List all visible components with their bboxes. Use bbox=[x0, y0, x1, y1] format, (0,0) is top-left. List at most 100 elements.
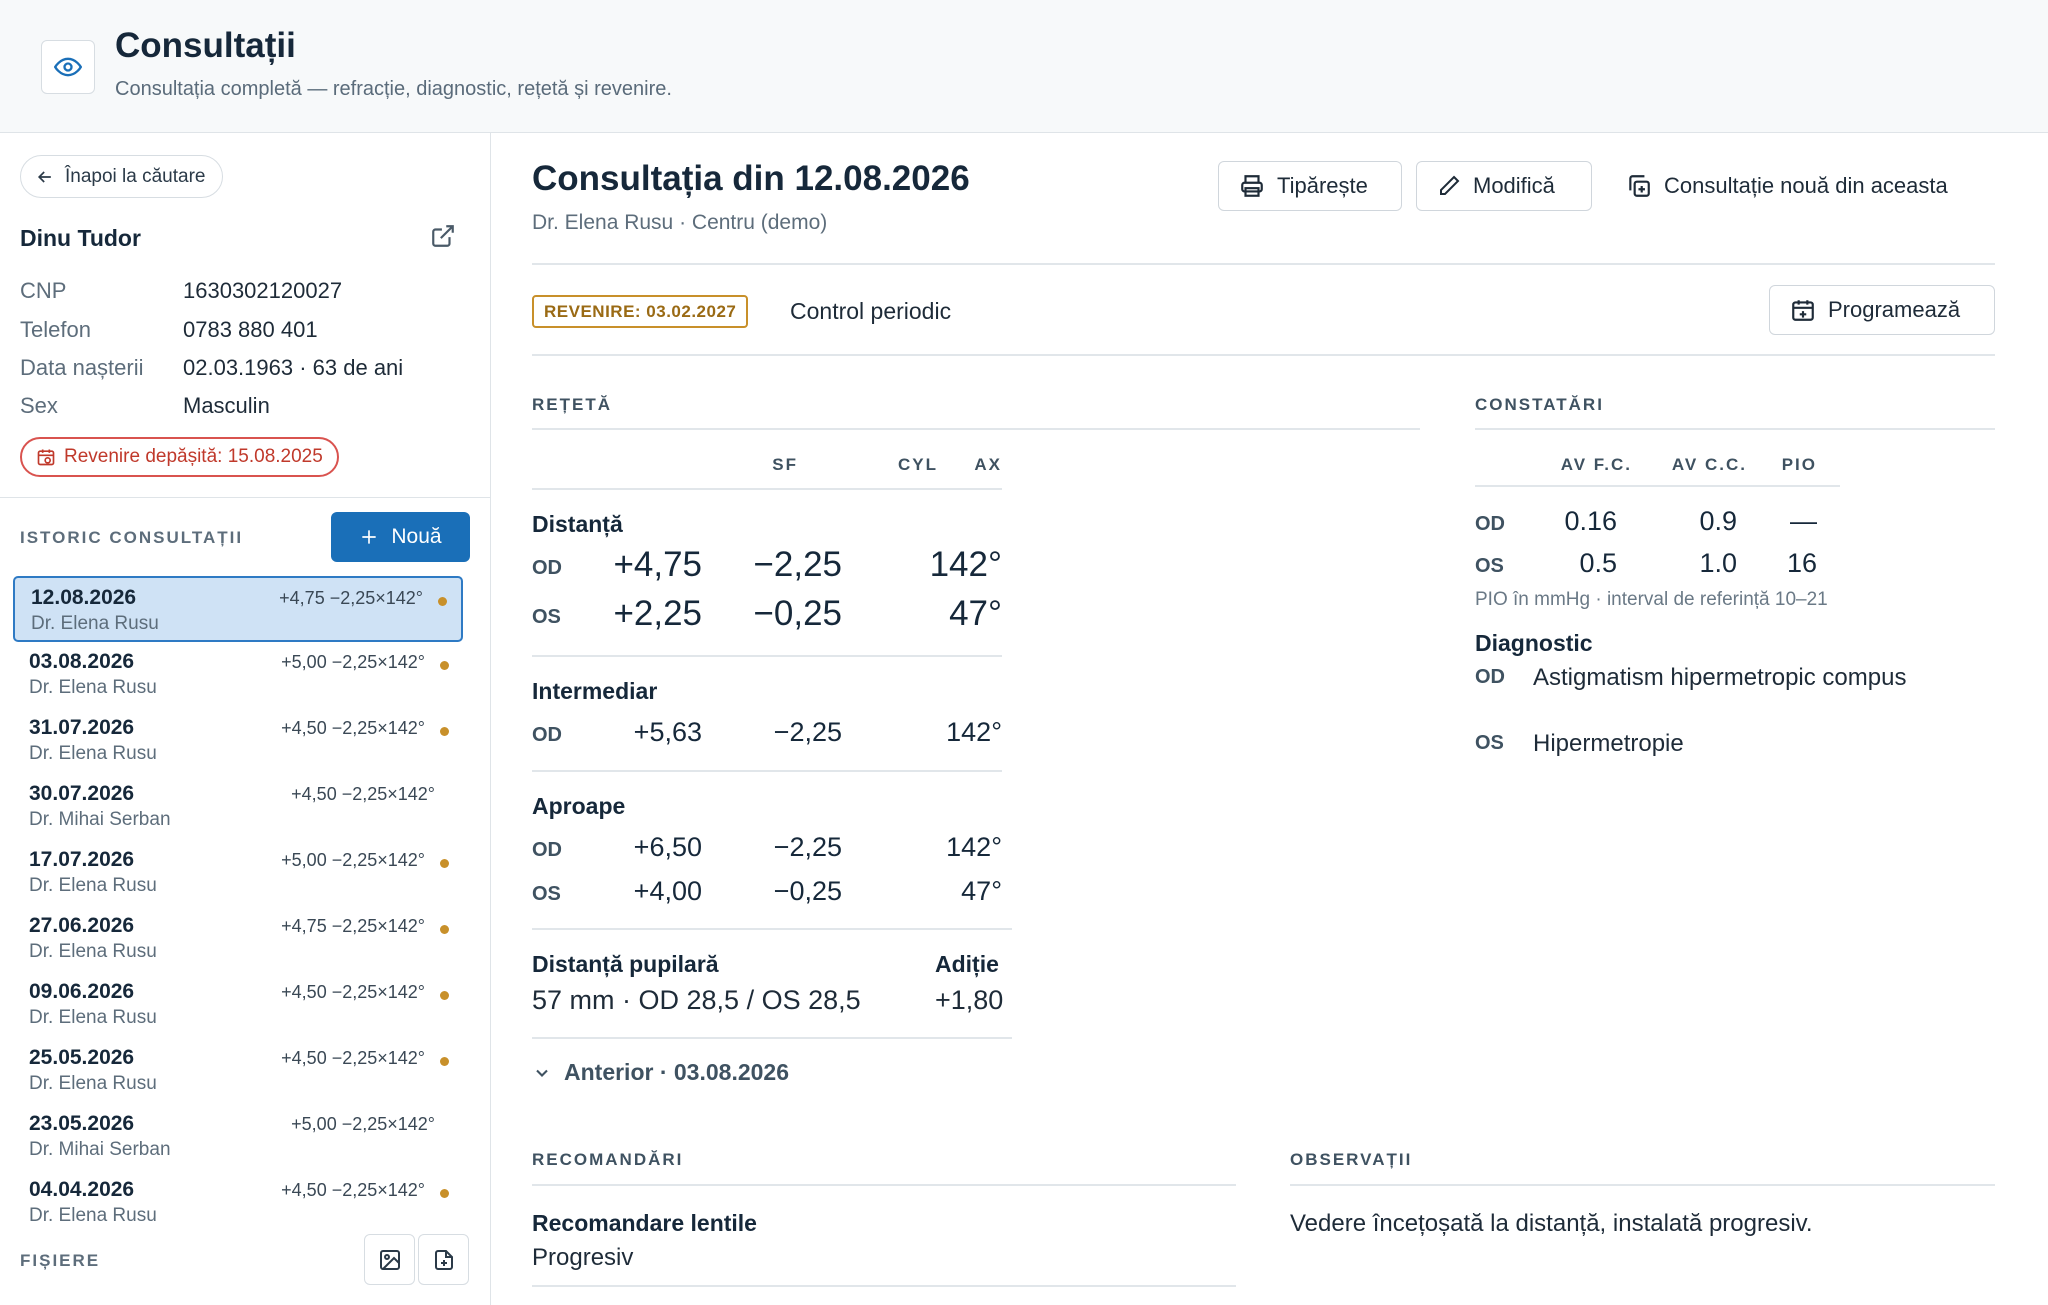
files-label: FIȘIERE bbox=[20, 1251, 101, 1270]
info-birthdate: Data nașterii 02.03.1963 · 63 de ani bbox=[20, 355, 404, 380]
divider bbox=[1290, 1184, 1995, 1186]
history-prescription: +4,50 −2,25×142° bbox=[281, 1048, 425, 1068]
near-od-cyl: −2,25 bbox=[773, 832, 842, 862]
history-item[interactable]: 03.08.2026 Dr. Elena Rusu +5,00 −2,25×142° bbox=[13, 642, 463, 708]
copy-plus-icon bbox=[1629, 175, 1650, 197]
schedule-button[interactable]: Programează bbox=[1769, 285, 1995, 335]
diagnosis-os: Hipermetropie bbox=[1533, 730, 1684, 757]
near-od-ax: 142° bbox=[946, 832, 1002, 862]
add-value: +1,80 bbox=[935, 985, 1004, 1015]
history-item[interactable]: 23.05.2026 Dr. Mihai Serban +5,00 −2,25×14… bbox=[13, 1104, 463, 1170]
history-label: ISTORIC CONSULTAȚII bbox=[20, 528, 244, 547]
eye-os: OS bbox=[1475, 732, 1504, 754]
revisit-badge: REVENIRE: 03.02.2027 bbox=[532, 295, 749, 328]
new-consultation-button[interactable]: Nouă bbox=[331, 512, 470, 562]
distance-os-sf: +2,25 bbox=[613, 594, 702, 633]
observations-text: Vedere încețoșată la distanță, instalată… bbox=[1290, 1210, 1813, 1237]
near-od-sf: +6,50 bbox=[633, 832, 702, 862]
back-to-search-button[interactable]: Înapoi la căutare bbox=[20, 155, 223, 198]
history-prescription: +4,50 −2,25×142° bbox=[281, 1180, 425, 1200]
status-dot bbox=[440, 1057, 449, 1066]
lens-recommendation-value: Progresiv bbox=[532, 1244, 634, 1271]
distance-od-ax: 142° bbox=[929, 545, 1002, 584]
lens-recommendation-title: Recomandare lentile bbox=[532, 1210, 757, 1236]
page-subtitle: Consultația completă — refracție, diagno… bbox=[115, 78, 672, 100]
findings-os-av-fc: 0.5 bbox=[1579, 548, 1617, 578]
overdue-revisit-badge: Revenire depășită: 15.08.2025 bbox=[20, 437, 339, 477]
distance-od-sf: +4,75 bbox=[613, 545, 702, 584]
info-cnp: CNP 1630302120027 bbox=[20, 278, 343, 303]
history-doctor: Dr. Elena Rusu bbox=[29, 941, 157, 962]
pencil-icon bbox=[1440, 175, 1460, 195]
history-item[interactable]: 12.08.2026 Dr. Elena Rusu +4,75 −2,25×142° bbox=[13, 576, 463, 642]
history-item[interactable]: 09.06.2026 Dr. Elena Rusu +4,50 −2,25×142° bbox=[13, 972, 463, 1038]
external-link-icon[interactable] bbox=[430, 223, 456, 254]
chevron-down-icon bbox=[536, 1069, 548, 1077]
history-item[interactable]: 04.04.2026 Dr. Elena Rusu +4,50 −2,25×142° bbox=[13, 1170, 463, 1236]
history-prescription: +4,50 −2,25×142° bbox=[291, 784, 435, 804]
sidebar-divider bbox=[0, 497, 490, 498]
diagnosis-title: Diagnostic bbox=[1475, 630, 1593, 656]
edit-button[interactable]: Modifică bbox=[1416, 161, 1592, 211]
patient-name: Dinu Tudor bbox=[20, 225, 141, 251]
history-item[interactable]: 30.07.2026 Dr. Mihai Serban +4,50 −2,25×14… bbox=[13, 774, 463, 840]
near-os-sf: +4,00 bbox=[633, 876, 702, 906]
eye-os: OS bbox=[532, 606, 561, 628]
history-item[interactable]: 27.06.2026 Dr. Elena Rusu +4,75 −2,25×142° bbox=[13, 906, 463, 972]
add-image-button[interactable] bbox=[364, 1234, 415, 1285]
eye-od: OD bbox=[532, 839, 562, 861]
calendar-alert-icon bbox=[37, 449, 55, 466]
near-title: Aproape bbox=[532, 793, 626, 819]
history-date: 30.07.2026 bbox=[29, 782, 135, 805]
previous-toggle[interactable]: Anterior · 03.08.2026 bbox=[532, 1059, 789, 1086]
new-from-this-button[interactable]: Consultație nouă din aceasta bbox=[1626, 161, 1948, 211]
history-item[interactable]: 17.07.2026 Dr. Elena Rusu +5,00 −2,25×142° bbox=[13, 840, 463, 906]
history-date: 31.07.2026 bbox=[29, 716, 135, 739]
printer-icon bbox=[1241, 175, 1263, 197]
status-dot bbox=[440, 661, 449, 670]
calendar-plus-icon bbox=[1792, 300, 1814, 321]
recommendations-label: RECOMANDĂRI bbox=[532, 1150, 684, 1169]
history-doctor: Dr. Mihai Serban bbox=[29, 1139, 171, 1160]
history-date: 25.05.2026 bbox=[29, 1046, 135, 1069]
info-phone: Telefon 0783 880 401 bbox=[20, 317, 318, 342]
back-label: Înapoi la căutare bbox=[65, 165, 206, 187]
divider bbox=[532, 655, 1002, 657]
history-item[interactable]: 25.05.2026 Dr. Elena Rusu +4,50 −2,25×142° bbox=[13, 1038, 463, 1104]
page-title: Consultații bbox=[115, 26, 296, 65]
col-sf: SF bbox=[772, 455, 798, 474]
eye-od: OD bbox=[1475, 666, 1505, 688]
info-sex: Sex Masculin bbox=[20, 393, 270, 418]
distance-os-cyl: −0,25 bbox=[753, 594, 842, 633]
observations-label: OBSERVAȚII bbox=[1290, 1150, 1413, 1169]
app-header: Consultații Consultația completă — refra… bbox=[0, 0, 2048, 133]
history-item[interactable]: 31.07.2026 Dr. Elena Rusu +4,50 −2,25×142° bbox=[13, 708, 463, 774]
history-doctor: Dr. Mihai Serban bbox=[29, 809, 171, 830]
history-doctor: Dr. Elena Rusu bbox=[29, 677, 157, 698]
consultation-detail: Consultația din 12.08.2026 Dr. Elena Rus… bbox=[492, 133, 2048, 1305]
consultation-title: Consultația din 12.08.2026 bbox=[532, 159, 970, 198]
history-date: 17.07.2026 bbox=[29, 848, 135, 871]
divider bbox=[532, 263, 1995, 265]
history-prescription: +5,00 −2,25×142° bbox=[291, 1114, 435, 1134]
divider bbox=[1475, 485, 1840, 487]
consultation-subtitle: Dr. Elena Rusu · Centru (demo) bbox=[532, 211, 828, 234]
eye-icon bbox=[41, 40, 95, 94]
prescription-label: REȚETĂ bbox=[532, 395, 612, 414]
status-dot bbox=[440, 925, 449, 934]
history-date: 27.06.2026 bbox=[29, 914, 135, 937]
history-doctor: Dr. Elena Rusu bbox=[29, 743, 157, 764]
history-date: 12.08.2026 bbox=[31, 586, 137, 609]
add-file-button[interactable] bbox=[418, 1234, 469, 1285]
history-prescription: +4,50 −2,25×142° bbox=[281, 718, 425, 738]
col-pio: PIO bbox=[1781, 455, 1817, 474]
divider bbox=[532, 770, 1002, 772]
history-prescription: +4,75 −2,25×142° bbox=[281, 916, 425, 936]
distance-od-cyl: −2,25 bbox=[753, 545, 842, 584]
col-av-fc: AV F.C. bbox=[1560, 455, 1632, 474]
distance-title: Distanță bbox=[532, 511, 623, 537]
revisit-reason: Control periodic bbox=[790, 298, 952, 324]
print-button[interactable]: Tipărește bbox=[1218, 161, 1402, 211]
divider bbox=[532, 1285, 1236, 1287]
intermediate-od-ax: 142° bbox=[946, 717, 1002, 747]
